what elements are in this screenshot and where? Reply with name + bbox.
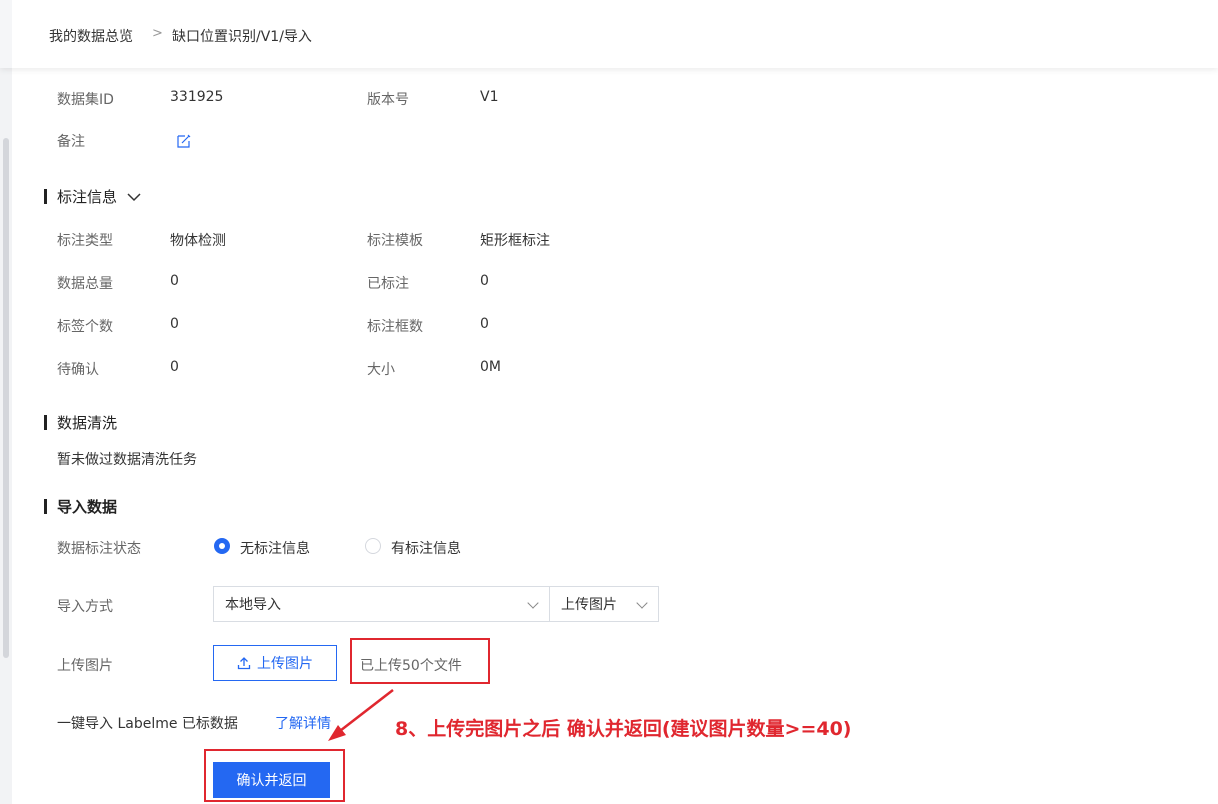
- version-value: V1: [480, 89, 499, 105]
- annotation-instruction-text: 8、上传完图片之后 确认并返回(建议图片数量>=40): [395, 718, 852, 740]
- info-value: 0: [480, 316, 489, 332]
- radio-has-annotation-label[interactable]: 有标注信息: [391, 538, 461, 558]
- annotation-status-label: 数据标注状态: [57, 541, 141, 557]
- info-value: 0: [170, 316, 179, 332]
- dataset-id-label: 数据集ID: [57, 92, 114, 108]
- note-label: 备注: [57, 134, 85, 150]
- upload-button-label: 上传图片: [257, 656, 313, 672]
- section-marker: [44, 189, 47, 204]
- breadcrumb-bar: 我的数据总览 > 缺口位置识别/V1/导入: [0, 0, 1218, 68]
- import-type-select[interactable]: 上传图片: [549, 586, 659, 622]
- section-marker: [44, 415, 47, 430]
- info-value: 0M: [480, 359, 501, 375]
- scrollbar-track[interactable]: [0, 68, 12, 804]
- import-method-select[interactable]: 本地导入: [213, 586, 550, 622]
- edit-icon[interactable]: [176, 133, 192, 149]
- version-label: 版本号: [367, 92, 409, 108]
- info-label: 标注类型: [57, 233, 113, 249]
- chevron-down-icon: [636, 597, 648, 609]
- confirm-and-return-button[interactable]: 确认并返回: [213, 762, 330, 798]
- chevron-down-icon[interactable]: [127, 192, 141, 202]
- sidebar-edge: [0, 0, 12, 68]
- import-type-value: 上传图片: [561, 597, 617, 613]
- upload-icon: [237, 657, 251, 670]
- dataset-id-value: 331925: [170, 89, 224, 105]
- import-data-header: 导入数据: [44, 496, 117, 517]
- info-label: 大小: [367, 362, 395, 378]
- chevron-down-icon: [527, 597, 539, 609]
- upload-images-label: 上传图片: [57, 658, 113, 674]
- section-marker: [44, 499, 47, 514]
- labelme-import-text: 一键导入 Labelme 已标数据: [57, 716, 238, 732]
- info-value: 0: [170, 273, 179, 289]
- info-value: 0: [480, 273, 489, 289]
- uploaded-count-text: 已上传50个文件: [360, 658, 462, 674]
- info-label: 数据总量: [57, 276, 113, 292]
- import-method-value: 本地导入: [225, 597, 281, 613]
- data-cleaning-text: 暂未做过数据清洗任务: [57, 452, 197, 468]
- scrollbar-thumb[interactable]: [3, 138, 9, 658]
- import-data-title: 导入数据: [57, 498, 118, 516]
- breadcrumb-separator: >: [152, 26, 163, 41]
- info-label: 标注模板: [367, 233, 423, 249]
- data-cleaning-title: 数据清洗: [57, 414, 118, 432]
- radio-no-annotation[interactable]: [214, 538, 230, 554]
- upload-images-button[interactable]: 上传图片: [213, 645, 337, 681]
- data-cleaning-header: 数据清洗: [44, 412, 117, 433]
- info-value: 矩形框标注: [480, 233, 550, 249]
- radio-has-annotation[interactable]: [365, 538, 381, 554]
- info-label: 待确认: [57, 362, 99, 378]
- info-value: 物体检测: [170, 233, 226, 249]
- learn-more-link[interactable]: 了解详情: [275, 713, 331, 733]
- breadcrumb-root[interactable]: 我的数据总览: [49, 26, 133, 46]
- import-method-label: 导入方式: [57, 599, 113, 615]
- annotation-info-header[interactable]: 标注信息: [44, 186, 141, 207]
- info-label: 标签个数: [57, 319, 113, 335]
- annotation-info-title: 标注信息: [57, 188, 118, 206]
- info-value: 0: [170, 359, 179, 375]
- breadcrumb-current: 缺口位置识别/V1/导入: [172, 29, 312, 45]
- annotation-arrow: [328, 689, 394, 741]
- info-label: 标注框数: [367, 319, 423, 335]
- radio-no-annotation-label[interactable]: 无标注信息: [240, 538, 310, 558]
- info-label: 已标注: [367, 276, 409, 292]
